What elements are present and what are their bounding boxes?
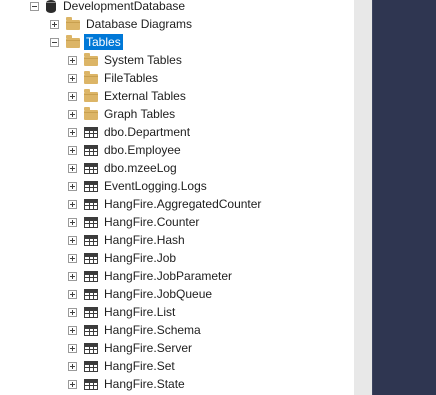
expand-icon[interactable] xyxy=(68,361,77,371)
tree-node-table[interactable]: HangFire.AggregatedCounter xyxy=(68,195,263,213)
tree-node-table[interactable]: HangFire.JobParameter xyxy=(68,267,234,285)
expand-icon[interactable] xyxy=(68,271,77,281)
folder-icon xyxy=(66,17,80,30)
expand-icon[interactable] xyxy=(68,253,77,263)
folder-icon xyxy=(84,53,98,66)
tree-node-database[interactable]: DevelopmentDatabase xyxy=(30,0,187,15)
table-icon xyxy=(84,252,98,264)
expand-icon[interactable] xyxy=(68,325,77,335)
expand-icon[interactable] xyxy=(68,307,77,317)
side-panel xyxy=(372,0,436,395)
tree-node-label: HangFire.JobParameter xyxy=(104,269,233,283)
tree-node-label: EventLogging.Logs xyxy=(104,179,207,193)
table-icon xyxy=(84,270,98,282)
tree-node-table[interactable]: HangFire.State xyxy=(68,375,187,393)
table-icon xyxy=(84,324,98,336)
folder-icon xyxy=(84,71,98,84)
tree-node-tables[interactable]: Tables xyxy=(50,33,123,51)
tree-node-table[interactable]: EventLogging.Logs xyxy=(68,177,209,195)
collapse-icon[interactable] xyxy=(50,37,59,47)
folder-icon xyxy=(84,89,98,102)
tree-node-label: HangFire.Schema xyxy=(104,323,201,337)
table-icon xyxy=(84,198,98,210)
tree-node-table[interactable]: HangFire.JobQueue xyxy=(68,285,214,303)
table-icon xyxy=(84,144,98,156)
expand-icon[interactable] xyxy=(68,163,77,173)
table-icon xyxy=(84,378,98,390)
tree-node-label: External Tables xyxy=(104,89,186,103)
expand-icon[interactable] xyxy=(50,19,59,29)
expand-icon[interactable] xyxy=(68,181,77,191)
table-icon xyxy=(84,360,98,372)
tree-node-folder[interactable]: Graph Tables xyxy=(68,105,177,123)
expand-icon[interactable] xyxy=(68,217,77,227)
tree-node-label: HangFire.Job xyxy=(104,251,177,265)
tree-node-table[interactable]: dbo.Department xyxy=(68,123,192,141)
tree-node-label: System Tables xyxy=(104,53,182,67)
tree-node-label: HangFire.Server xyxy=(104,341,193,355)
tree-node-table[interactable]: HangFire.Counter xyxy=(68,213,201,231)
tree-node-label: HangFire.List xyxy=(104,305,176,319)
tree-node-table[interactable]: HangFire.Set xyxy=(68,357,177,375)
table-icon xyxy=(84,306,98,318)
vertical-scrollbar[interactable] xyxy=(354,0,372,395)
tree-node-table[interactable]: HangFire.Schema xyxy=(68,321,203,339)
table-icon xyxy=(84,234,98,246)
expand-icon[interactable] xyxy=(68,289,77,299)
table-icon xyxy=(84,216,98,228)
tree-node-folder[interactable]: External Tables xyxy=(68,87,188,105)
tree-node-database-diagrams[interactable]: Database Diagrams xyxy=(50,15,194,33)
collapse-icon[interactable] xyxy=(30,1,39,11)
tree-node-table[interactable]: dbo.mzeeLog xyxy=(68,159,179,177)
tree-node-label: dbo.Employee xyxy=(104,143,181,157)
tree-node-label: FileTables xyxy=(104,71,159,85)
expand-icon[interactable] xyxy=(68,109,77,119)
tree-node-label: HangFire.Counter xyxy=(104,215,200,229)
tree-node-label: HangFire.AggregatedCounter xyxy=(104,197,262,211)
tree-node-label: HangFire.Set xyxy=(104,359,175,373)
tree-node-label: DevelopmentDatabase xyxy=(63,0,186,13)
tree-node-folder[interactable]: System Tables xyxy=(68,51,184,69)
expand-icon[interactable] xyxy=(68,73,77,83)
tree-node-label: Tables xyxy=(84,34,123,50)
folder-icon xyxy=(84,107,98,120)
tree-node-table[interactable]: HangFire.List xyxy=(68,303,177,321)
table-icon xyxy=(84,126,98,138)
tree-node-table[interactable]: dbo.Employee xyxy=(68,141,183,159)
tree-node-folder[interactable]: FileTables xyxy=(68,69,160,87)
table-icon xyxy=(84,342,98,354)
object-explorer-tree: DevelopmentDatabase Database Diagrams Ta… xyxy=(0,0,354,395)
tree-node-table[interactable]: HangFire.Job xyxy=(68,249,178,267)
tree-node-label: dbo.mzeeLog xyxy=(104,161,177,175)
expand-icon[interactable] xyxy=(68,127,77,137)
expand-icon[interactable] xyxy=(68,91,77,101)
tree-node-table[interactable]: HangFire.Hash xyxy=(68,231,187,249)
expand-icon[interactable] xyxy=(68,199,77,209)
tree-node-label: HangFire.Hash xyxy=(104,233,185,247)
expand-icon[interactable] xyxy=(68,145,77,155)
table-icon xyxy=(84,180,98,192)
database-icon xyxy=(46,0,56,13)
expand-icon[interactable] xyxy=(68,343,77,353)
expand-icon[interactable] xyxy=(68,379,77,389)
folder-icon xyxy=(66,35,80,48)
expand-icon[interactable] xyxy=(68,235,77,245)
tree-node-label: HangFire.State xyxy=(104,377,185,391)
tree-node-table[interactable]: HangFire.Server xyxy=(68,339,194,357)
tree-node-label: Database Diagrams xyxy=(86,17,193,31)
expand-icon[interactable] xyxy=(68,55,77,65)
tree-node-label: Graph Tables xyxy=(104,107,176,121)
table-icon xyxy=(84,162,98,174)
tree-node-label: dbo.Department xyxy=(104,125,191,139)
tree-node-label: HangFire.JobQueue xyxy=(104,287,213,301)
table-icon xyxy=(84,288,98,300)
